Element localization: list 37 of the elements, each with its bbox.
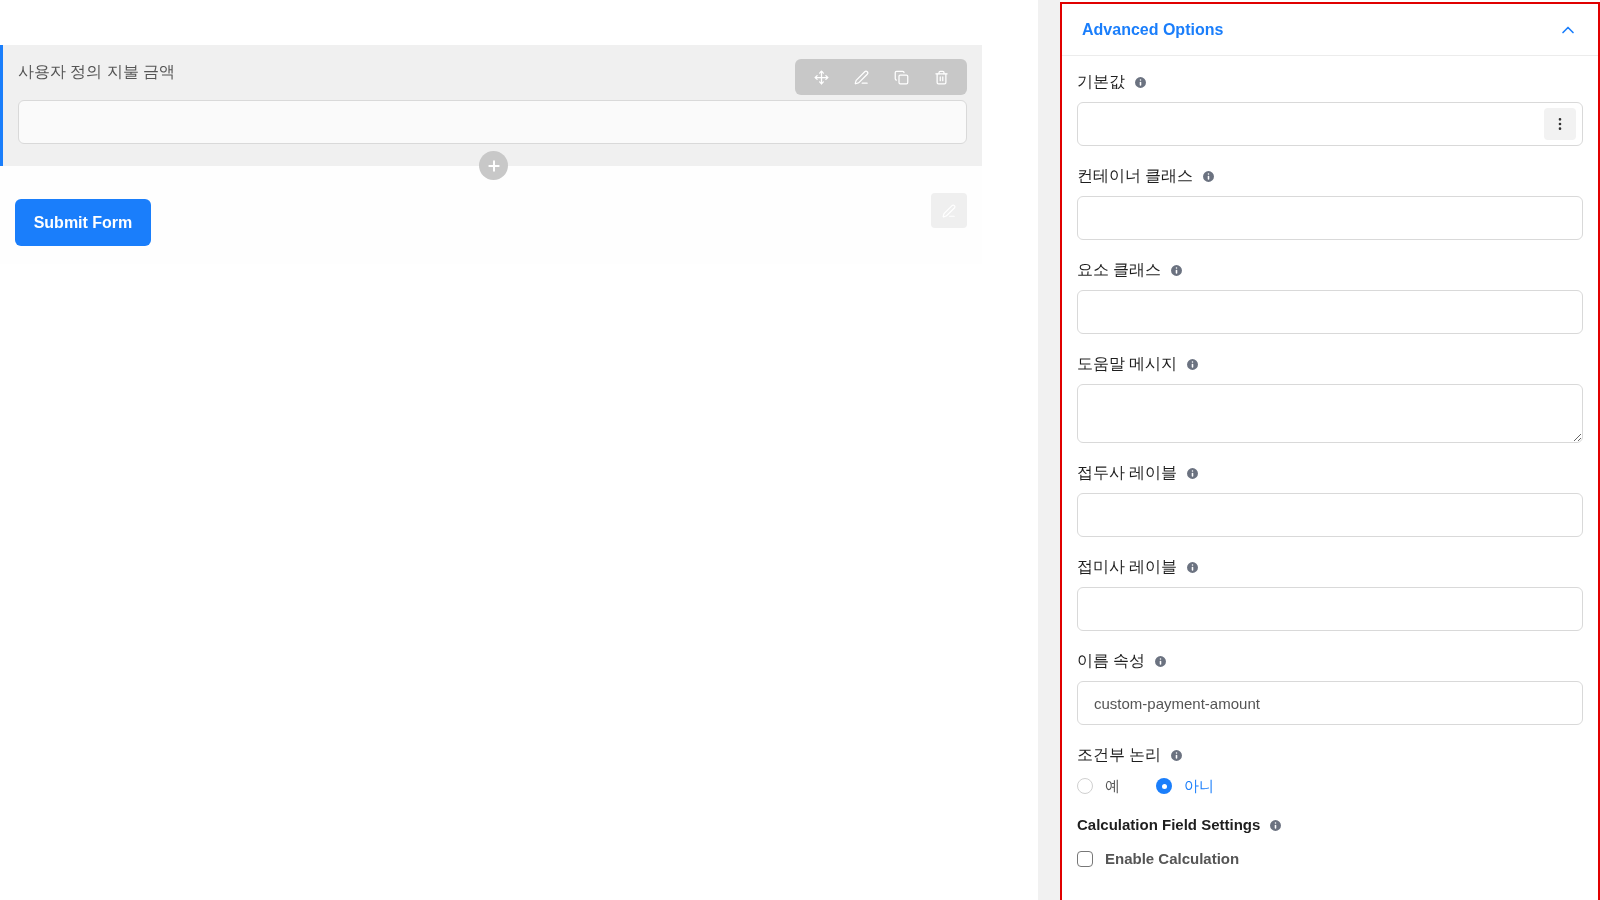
input-field[interactable]	[1077, 290, 1583, 334]
radio-label: 예	[1105, 776, 1120, 796]
textarea-field[interactable]	[1077, 384, 1583, 443]
submit-button[interactable]: Submit Form	[15, 199, 151, 246]
input-field[interactable]	[1077, 196, 1583, 240]
info-icon	[1185, 559, 1201, 575]
radio-button[interactable]	[1156, 778, 1172, 795]
radio-button[interactable]	[1077, 778, 1093, 795]
input-field[interactable]	[1077, 587, 1583, 631]
input-field[interactable]	[1077, 102, 1583, 146]
input-field[interactable]: custom-payment-amount	[1077, 681, 1583, 725]
more-button[interactable]	[1544, 108, 1576, 140]
input-field[interactable]	[18, 100, 967, 144]
checkbox-label: Enable Calculation	[1105, 848, 1240, 869]
info-icon	[1201, 168, 1217, 184]
field-label: 도움말 메시지	[1077, 354, 1178, 374]
info-icon	[1169, 262, 1185, 278]
info-icon	[1268, 818, 1284, 833]
field-label: 사용자 정의 지불 금액	[18, 62, 176, 82]
info-icon	[1185, 465, 1201, 481]
panel-header[interactable]: Advanced Options	[1062, 4, 1598, 56]
info-icon	[1133, 74, 1148, 90]
field-label: 접두사 레이블	[1077, 463, 1178, 483]
plus-icon	[485, 157, 502, 174]
field-label: 컨테이너 클래스	[1077, 166, 1194, 186]
field-label: 조건부 논리	[1077, 745, 1162, 765]
field-label: 이름 속성	[1077, 651, 1146, 671]
info-icon	[1153, 653, 1169, 669]
input-field[interactable]	[1077, 493, 1583, 537]
info-icon	[1169, 747, 1185, 763]
checkbox[interactable]	[1077, 850, 1093, 867]
field-label: 요소 클래스	[1077, 260, 1162, 280]
field-label: 접미사 레이블	[1077, 557, 1178, 577]
radio-label: 아니	[1184, 776, 1214, 796]
section-title: Calculation Field Settings	[1077, 815, 1261, 836]
info-icon	[1185, 356, 1201, 372]
field-label: 기본값	[1077, 72, 1125, 92]
